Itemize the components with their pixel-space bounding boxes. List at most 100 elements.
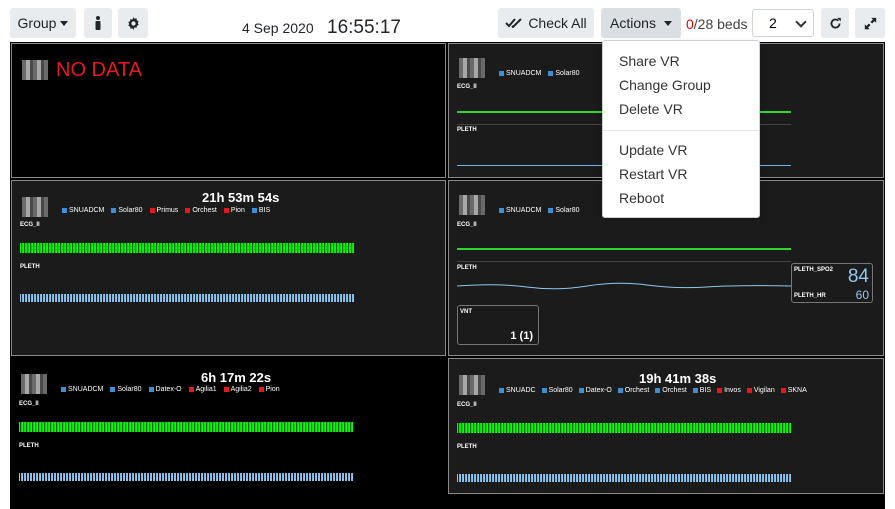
pleth-waveform [457, 282, 791, 290]
ecg-label: ECG_II [20, 222, 40, 228]
legend-item: Pion [258, 386, 280, 393]
legend-label: Agilia2 [230, 386, 252, 393]
legend-label: BIS [258, 207, 271, 214]
person-button[interactable] [84, 8, 112, 38]
legend-item: Orchest [617, 387, 649, 394]
legend-label: Solar80 [555, 207, 580, 214]
refresh-button[interactable] [821, 8, 849, 38]
menu-item-restart-vr[interactable]: Restart VR [619, 166, 687, 182]
pleth-label: PLETH [20, 264, 40, 270]
bed-cell[interactable]: NO DATA [11, 43, 446, 178]
pleth-label: PLETH [457, 444, 477, 450]
legend-label: Orchest [662, 387, 687, 394]
hr-label: PLETH_HR [794, 293, 826, 299]
legend-item: Vigilan [746, 387, 775, 394]
vnt-label: VNT [460, 309, 472, 315]
hr-value: 60 [855, 288, 869, 302]
divider [457, 261, 791, 262]
ecg-waveform [457, 423, 791, 433]
legend-label: Datex-O [585, 387, 612, 394]
spo2-value: 84 [847, 266, 869, 287]
spo2-panel: PLETH_SPO2 84 PLETH_HR 60 [791, 263, 873, 303]
pleth-label: PLETH [457, 265, 477, 271]
caret-down-icon [663, 20, 672, 26]
legend-label: Solar80 [118, 207, 143, 214]
legend-label: SNUADCM [506, 207, 542, 214]
bed-avatar [21, 374, 47, 394]
bed-cell[interactable]: 19h 41m 38s SNUADC Solar80 Datex-O Orche… [448, 358, 884, 494]
group-dropdown-button[interactable]: Group [10, 8, 76, 38]
current-time: 16:55:17 [327, 17, 401, 38]
legend-item: BIS [692, 387, 711, 394]
legend-label: Pion [265, 386, 280, 393]
legend-item: SNUADCM [499, 207, 541, 214]
bed-cell[interactable]: 21h 53m 54s SNUADCM Solar80 Primus Orche… [11, 180, 446, 356]
actions-dropdown-button[interactable]: Actions [601, 8, 681, 38]
bed-avatar [459, 195, 485, 215]
device-legend: SNUADCM Solar80 [499, 207, 580, 214]
toolbar: Group 4 Sep 2020 16:55:17 Check All Acti… [0, 0, 895, 44]
pleth-label: PLETH [457, 127, 477, 133]
legend-label: SKNA [787, 387, 807, 394]
actions-menu: Share VR Change Group Delete VR Update V… [602, 40, 760, 218]
check-all-button[interactable]: Check All [498, 8, 594, 38]
elapsed-duration: 19h 41m 38s [639, 371, 717, 386]
ventilator-panel: VNT 1 (1) [457, 305, 539, 345]
device-legend: SNUADCM Solar80 [499, 70, 580, 77]
person-icon [95, 16, 101, 30]
expand-icon [864, 17, 876, 29]
pleth-waveform [20, 294, 354, 302]
ecg-label: ECG_II [457, 84, 477, 90]
vnt-value: 1 (1) [510, 330, 533, 342]
ecg-label: ECG_II [457, 402, 477, 408]
device-legend: SNUADCM Solar80 Datex-O Agilia1 Agilia2 … [61, 386, 280, 393]
spo2-label: PLETH_SPO2 [794, 267, 834, 273]
legend-item: Orchest [185, 207, 217, 214]
legend-item: Solar80 [541, 387, 573, 394]
bed-cell[interactable]: 6h 17m 22s SNUADCM Solar80 Datex-O Agili… [11, 358, 446, 508]
bed-avatar [459, 375, 485, 395]
menu-item-reboot[interactable]: Reboot [619, 190, 664, 206]
legend-label: Solar80 [548, 387, 573, 394]
beds-total: /28 beds [693, 16, 748, 32]
actions-label: Actions [610, 15, 656, 31]
legend-label: SNUADCM [69, 207, 105, 214]
legend-item: SNUADCM [499, 70, 541, 77]
bed-avatar [22, 197, 48, 217]
menu-item-delete-vr[interactable]: Delete VR [619, 101, 683, 117]
legend-label: Agilia1 [195, 386, 217, 393]
ecg-label: ECG_II [19, 401, 39, 407]
columns-value: 2 [769, 15, 777, 31]
legend-label: Primus [156, 207, 179, 214]
menu-item-change-group[interactable]: Change Group [619, 77, 711, 93]
legend-label: Invos [724, 387, 741, 394]
device-legend: SNUADCM Solar80 Primus Orchest Pion BIS [62, 207, 270, 214]
legend-item: SNUADC [499, 387, 536, 394]
ecg-waveform [457, 248, 791, 250]
beds-count: 0/28 beds [686, 16, 748, 32]
settings-button[interactable] [118, 8, 148, 38]
legend-item: SKNA [780, 387, 807, 394]
columns-select[interactable]: 2 [752, 9, 814, 37]
legend-item: Datex-O [578, 387, 612, 394]
elapsed-duration: 6h 17m 22s [201, 370, 272, 385]
double-check-icon [505, 18, 523, 28]
menu-divider [603, 130, 759, 131]
elapsed-duration: 21h 53m 54s [202, 190, 280, 205]
legend-label: SNUADC [506, 387, 536, 394]
fullscreen-button[interactable] [855, 8, 885, 38]
menu-item-update-vr[interactable]: Update VR [619, 142, 687, 158]
bed-avatar [22, 60, 48, 80]
legend-item: Orchest [655, 387, 687, 394]
legend-label: Pion [230, 207, 245, 214]
legend-label: Vigilan [753, 387, 775, 394]
legend-item: Invos [717, 387, 741, 394]
legend-label: Datex-O [155, 386, 182, 393]
ecg-waveform [20, 243, 354, 253]
caret-down-icon [60, 20, 69, 26]
pleth-waveform [457, 474, 791, 482]
menu-item-share-vr[interactable]: Share VR [619, 53, 680, 69]
refresh-icon [830, 17, 841, 28]
ecg-label: ECG_II [457, 222, 477, 228]
check-all-label: Check All [528, 15, 587, 31]
